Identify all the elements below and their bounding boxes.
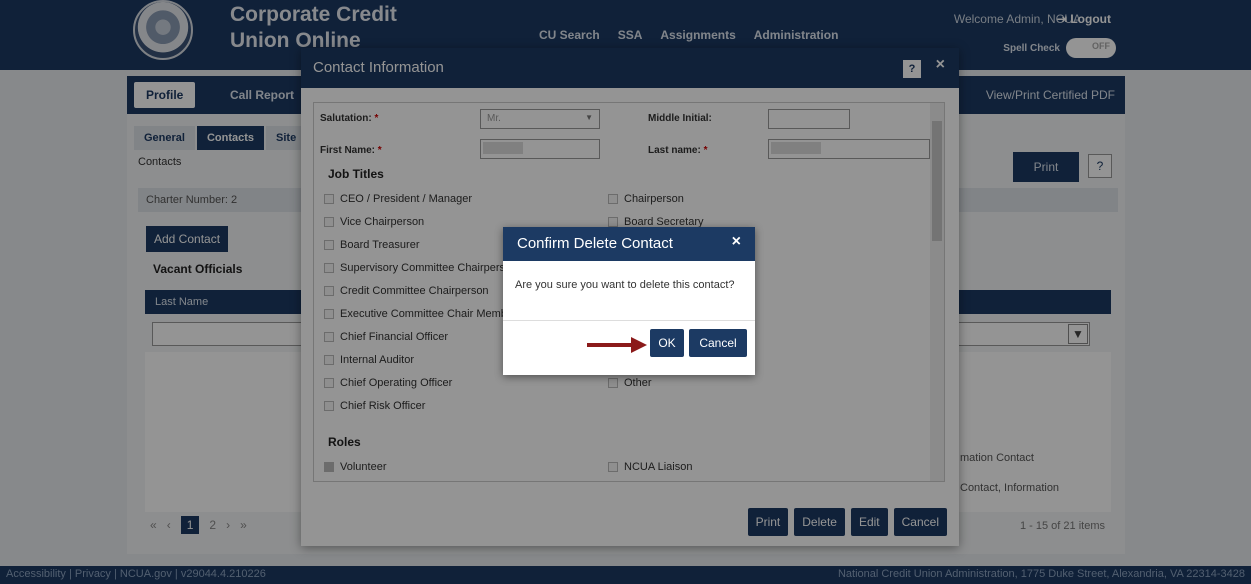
pointer-arrow-icon xyxy=(587,337,647,353)
ok-button[interactable]: OK xyxy=(650,329,684,357)
confirm-dialog-titlebar: Confirm Delete Contact × xyxy=(503,227,755,261)
cancel-button[interactable]: Cancel xyxy=(689,329,747,357)
confirm-dialog-title: Confirm Delete Contact xyxy=(517,235,673,252)
confirm-message: Are you sure you want to delete this con… xyxy=(515,279,735,291)
divider xyxy=(503,320,755,321)
close-icon[interactable]: × xyxy=(732,233,741,251)
